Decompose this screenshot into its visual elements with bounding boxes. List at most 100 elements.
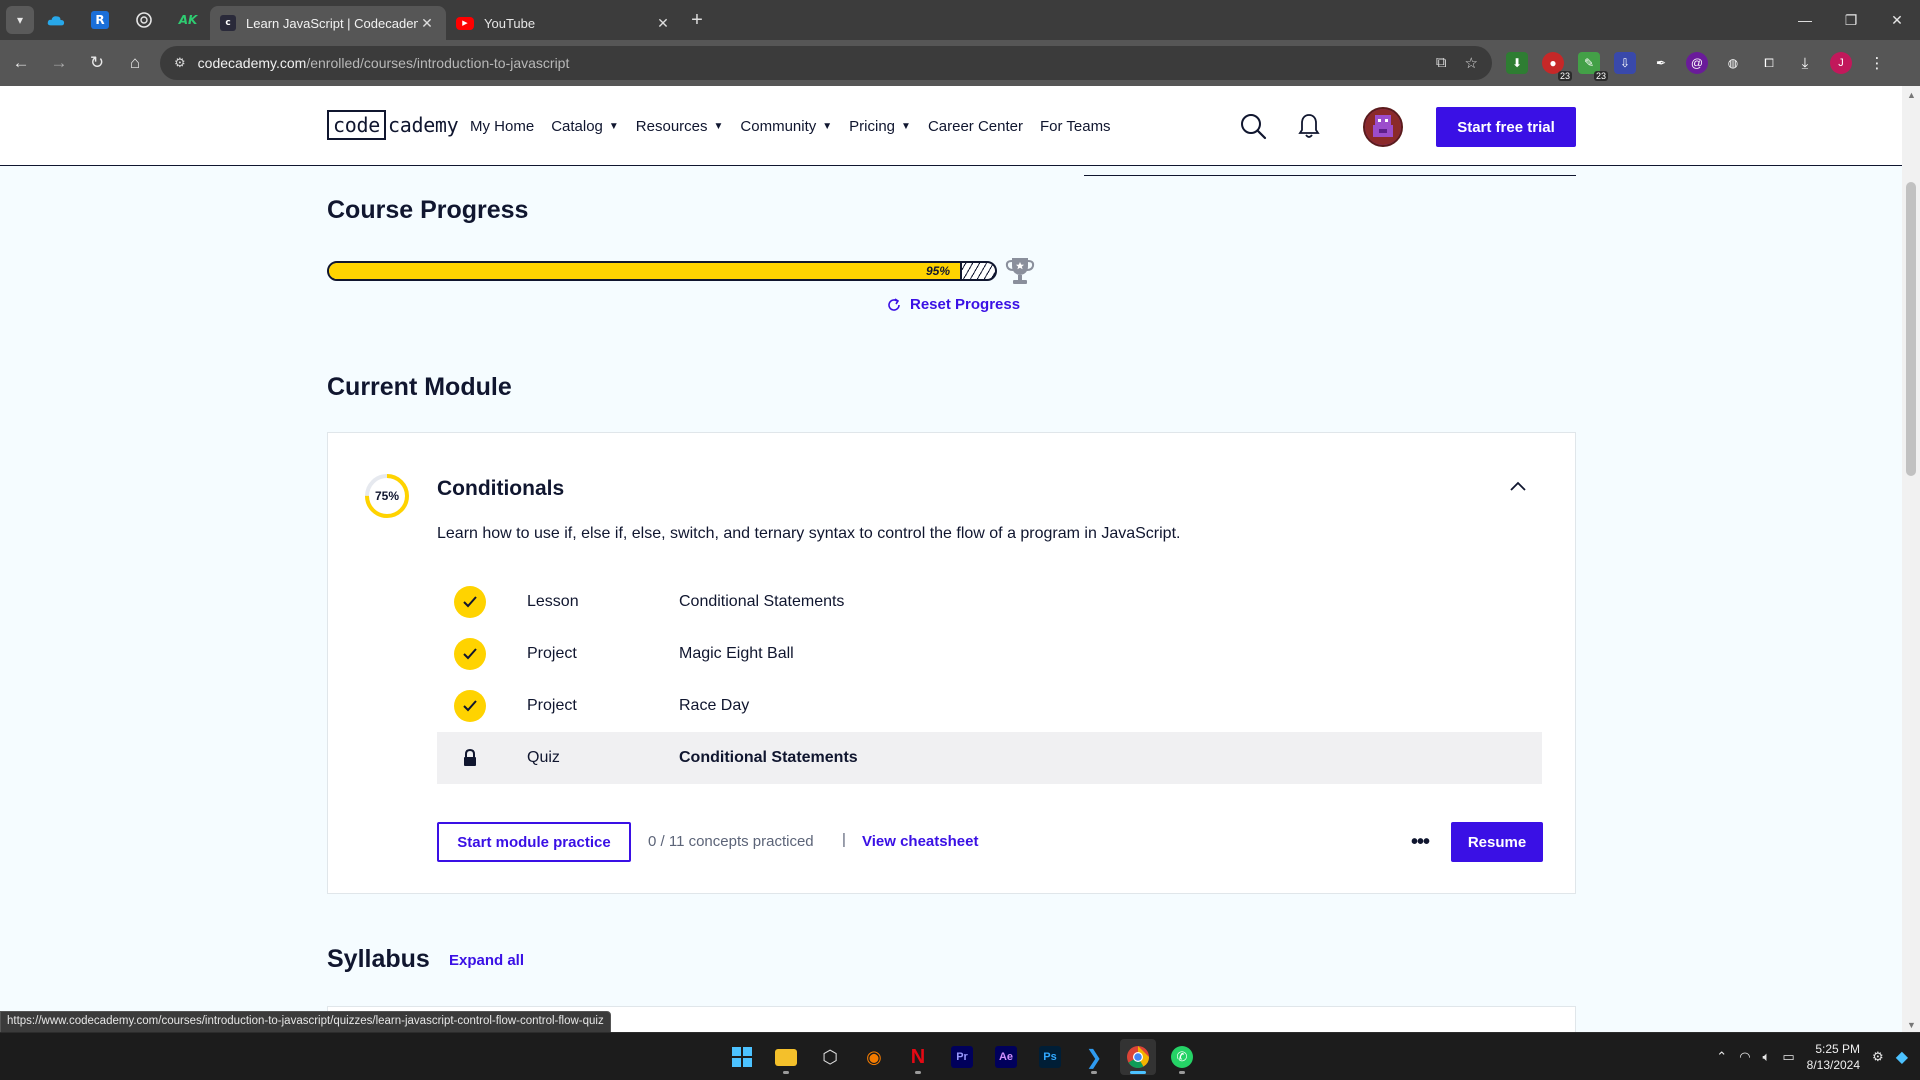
nav-label: Pricing: [849, 117, 896, 135]
view-cheatsheet-link[interactable]: View cheatsheet: [862, 833, 978, 850]
taskbar-netflix[interactable]: N: [900, 1039, 936, 1075]
downloads-icon[interactable]: ⤓: [1794, 52, 1816, 74]
clock-date: 8/13/2024: [1806, 1058, 1861, 1072]
taskbar-whatsapp[interactable]: ✆: [1164, 1039, 1200, 1075]
start-module-practice-button[interactable]: Start module practice: [437, 822, 631, 862]
site-header: code cademy My Home Catalog ▼ Resources ▼ C…: [0, 86, 1902, 166]
taskbar-premiere[interactable]: Pr: [944, 1039, 980, 1075]
save-extension-icon[interactable]: ⇩: [1614, 52, 1636, 74]
pinned-tab-chatgpt[interactable]: [122, 0, 166, 40]
module-item-lesson[interactable]: Lesson Conditional Statements: [437, 576, 1542, 628]
pinned-tab-onedrive[interactable]: [34, 0, 78, 40]
taskbar-photoshop[interactable]: Ps: [1032, 1039, 1068, 1075]
unity-icon: ⬡: [822, 1046, 838, 1067]
scroll-up-icon[interactable]: ▲: [1907, 90, 1916, 100]
tab-youtube[interactable]: ▶ YouTube ✕: [446, 6, 682, 40]
main-nav: My Home Catalog ▼ Resources ▼ Community ▼ P…: [470, 86, 1111, 166]
pinned-tab-r[interactable]: R: [78, 0, 122, 40]
scrollbar-thumb[interactable]: [1906, 182, 1916, 476]
taskbar-apps: ⬡ ◉ N Pr Ae Ps ❯ ✆: [724, 1039, 1200, 1075]
bell-icon[interactable]: [1297, 112, 1321, 140]
pinned-tab-ak[interactable]: AK: [166, 0, 210, 40]
reset-progress-button[interactable]: Reset Progress: [886, 296, 1020, 313]
item-name[interactable]: Magic Eight Ball: [679, 645, 794, 663]
wifi-icon[interactable]: ◠: [1739, 1049, 1750, 1065]
eyedropper-icon[interactable]: ✒: [1650, 52, 1672, 74]
scroll-down-icon[interactable]: ▼: [1907, 1020, 1916, 1030]
reload-icon[interactable]: ↻: [80, 46, 114, 80]
globe-icon[interactable]: ◍: [1722, 52, 1744, 74]
download-helper-icon[interactable]: ⬇: [1506, 52, 1528, 74]
purple-extension-icon[interactable]: @: [1686, 52, 1708, 74]
course-progress-heading: Course Progress: [327, 196, 529, 224]
codecademy-logo[interactable]: code cademy: [327, 110, 459, 140]
module-item-project[interactable]: Project Magic Eight Ball: [437, 628, 1542, 680]
site-info-icon[interactable]: ⚙: [174, 55, 186, 71]
avatar[interactable]: [1363, 107, 1403, 147]
forward-icon[interactable]: →: [42, 46, 76, 80]
taskbar-after-effects[interactable]: Ae: [988, 1039, 1024, 1075]
item-name[interactable]: Conditional Statements: [679, 749, 858, 767]
taskbar-blender[interactable]: ◉: [856, 1039, 892, 1075]
volume-icon[interactable]: 🔈︎: [1763, 1049, 1771, 1065]
close-window-icon[interactable]: ✕: [1874, 0, 1920, 40]
avatar-pixel-icon: [1365, 109, 1401, 145]
copilot-icon[interactable]: ◆: [1896, 1047, 1908, 1067]
chevron-up-icon[interactable]: [1506, 475, 1530, 499]
profile-avatar[interactable]: J: [1830, 52, 1852, 74]
battery-icon[interactable]: ▭: [1782, 1049, 1794, 1065]
module-item-quiz[interactable]: Quiz Conditional Statements: [437, 732, 1542, 784]
taskbar-file-explorer[interactable]: [768, 1039, 804, 1075]
premiere-pro-icon: Pr: [951, 1046, 973, 1068]
close-icon[interactable]: ✕: [418, 15, 436, 32]
nav-resources[interactable]: Resources ▼: [636, 118, 724, 135]
item-name[interactable]: Conditional Statements: [679, 593, 844, 611]
taskbar-vscode[interactable]: ❯: [1076, 1039, 1112, 1075]
taskbar-chrome[interactable]: [1120, 1039, 1156, 1075]
url-host: codecademy.com: [197, 55, 307, 71]
nav-community[interactable]: Community ▼: [740, 118, 832, 135]
home-icon[interactable]: ⌂: [118, 46, 152, 80]
running-indicator: [1130, 1071, 1146, 1074]
module-item-project[interactable]: Project Race Day: [437, 680, 1542, 732]
grammar-extension-icon[interactable]: ✎ 23: [1578, 52, 1608, 81]
tab-search-icon[interactable]: ▾: [6, 6, 34, 34]
nav-pricing[interactable]: Pricing ▼: [849, 118, 911, 135]
taskbar-unity[interactable]: ⬡: [812, 1039, 848, 1075]
page-scrollbar[interactable]: ▲ ▼: [1902, 86, 1920, 1032]
browser-menu-icon[interactable]: ⋮: [1866, 52, 1888, 74]
item-name[interactable]: Race Day: [679, 697, 749, 715]
adblock-icon[interactable]: ● 23: [1542, 52, 1572, 81]
settings-gear-icon[interactable]: ⚙: [1872, 1049, 1884, 1065]
back-icon[interactable]: ←: [4, 46, 38, 80]
system-tray: ⌃ ◠ 🔈︎ ▭ 5:25 PM 8/13/2024 ⚙ ◆: [1716, 1033, 1920, 1080]
puzzle-icon[interactable]: ⧠: [1758, 52, 1780, 74]
resume-button[interactable]: Resume: [1451, 822, 1543, 862]
search-icon[interactable]: [1239, 112, 1267, 140]
more-options-icon[interactable]: •••: [1405, 828, 1435, 856]
concepts-practiced-count: 0 / 11 concepts practiced: [648, 833, 814, 850]
chevron-up-icon[interactable]: ⌃: [1716, 1049, 1727, 1065]
new-tab-icon[interactable]: +: [682, 9, 712, 32]
nav-label: Career Center: [927, 117, 1023, 135]
install-app-icon[interactable]: ⧉: [1436, 54, 1447, 72]
restore-icon[interactable]: ❐: [1828, 0, 1874, 40]
address-bar[interactable]: ⚙ codecademy.com/enrolled/courses/introd…: [160, 46, 1492, 80]
nav-for-teams[interactable]: For Teams: [1040, 118, 1111, 135]
sidebar-divider: [1084, 175, 1576, 176]
item-type: Quiz: [527, 749, 560, 766]
tab-learn-javascript[interactable]: c Learn JavaScript | Codecademy ✕: [210, 6, 446, 40]
item-type: Lesson: [527, 593, 579, 610]
system-clock[interactable]: 5:25 PM 8/13/2024: [1807, 1041, 1860, 1073]
module-title: Conditionals: [437, 477, 565, 500]
nav-career-center[interactable]: Career Center: [928, 118, 1023, 135]
bookmark-star-icon[interactable]: ☆: [1465, 54, 1478, 72]
close-icon[interactable]: ✕: [654, 15, 672, 32]
nav-catalog[interactable]: Catalog ▼: [551, 118, 619, 135]
start-free-trial-button[interactable]: Start free trial: [1436, 107, 1576, 147]
nav-my-home[interactable]: My Home: [470, 118, 534, 135]
link-status-bubble: https://www.codecademy.com/courses/intro…: [0, 1011, 611, 1033]
expand-all-link[interactable]: Expand all: [449, 952, 524, 969]
taskbar-start[interactable]: [724, 1039, 760, 1075]
minimize-icon[interactable]: —: [1782, 0, 1828, 40]
